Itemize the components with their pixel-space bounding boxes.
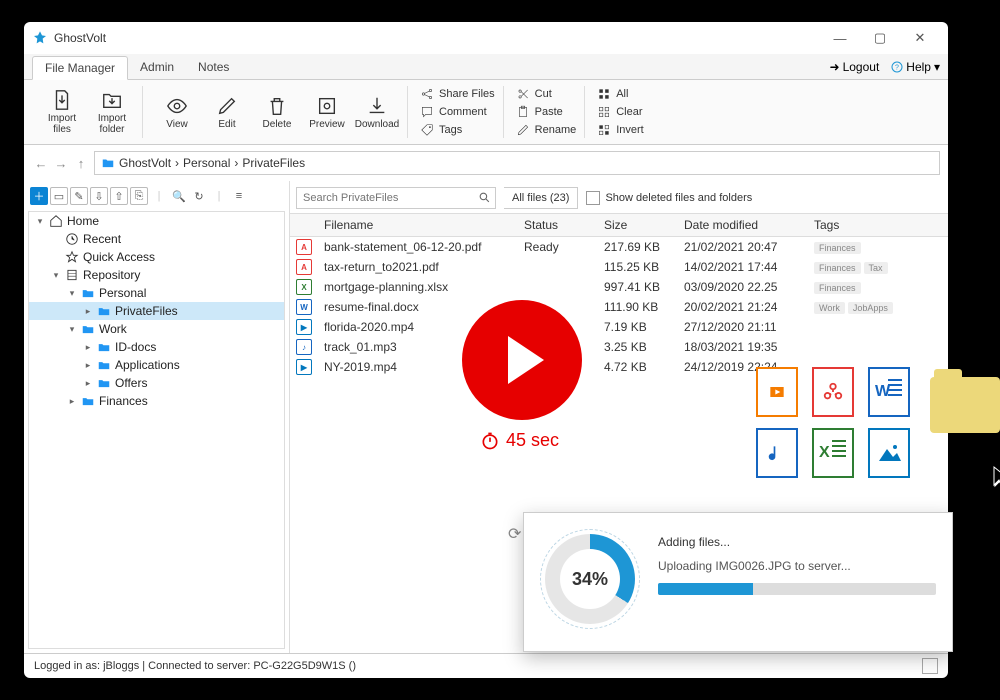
tree-item-privatefiles[interactable]: ▸PrivateFiles — [29, 302, 284, 320]
download-button[interactable]: Download — [355, 86, 399, 138]
play-button-overlay[interactable] — [462, 300, 582, 420]
thumb-video-icon — [756, 367, 798, 417]
breadcrumb[interactable]: GhostVolt › Personal › PrivateFiles — [94, 151, 940, 175]
import-files-button[interactable]: Import files — [40, 86, 84, 138]
rename-button[interactable]: Rename — [516, 122, 577, 138]
share-files-button[interactable]: Share Files — [420, 86, 495, 102]
search-input[interactable] — [296, 187, 496, 209]
sidebar: ＋ ▭ ✎ ⇩ ⇧ ⎘ | 🔍 ↻ | ≡ ▾HomeRecentQuick A… — [24, 181, 290, 653]
search-box — [296, 187, 496, 209]
thumb-excel-icon: X — [812, 428, 854, 478]
tree-item-applications[interactable]: ▸Applications — [29, 356, 284, 374]
status-icon[interactable] — [922, 658, 938, 674]
file-row[interactable]: Wresume-final.docx111.90 KB20/02/2021 21… — [290, 297, 948, 317]
col-status[interactable]: Status — [518, 214, 598, 236]
tree-item-recent[interactable]: Recent — [29, 230, 284, 248]
tree-item-repository[interactable]: ▾Repository — [29, 266, 284, 284]
nav-forward-button[interactable]: → — [52, 154, 70, 172]
sb-tool-4[interactable]: ⇩ — [90, 187, 108, 205]
upload-donut: 34% — [545, 534, 635, 624]
stopwatch-icon — [480, 431, 500, 451]
select-all-button[interactable]: All — [597, 86, 644, 102]
status-text: Logged in as: jBloggs | Connected to ser… — [34, 660, 356, 672]
file-thumbnails-row2: X — [756, 428, 910, 478]
sb-tool-6[interactable]: ⎘ — [130, 187, 148, 205]
sb-refresh-button[interactable]: ↻ — [190, 187, 208, 205]
tree-item-quick-access[interactable]: Quick Access — [29, 248, 284, 266]
sidebar-toolbar: ＋ ▭ ✎ ⇩ ⇧ ⎘ | 🔍 ↻ | ≡ — [28, 185, 285, 211]
cut-button[interactable]: Cut — [516, 86, 577, 102]
help-button[interactable]: ? Help ▾ — [891, 60, 940, 74]
col-filename[interactable]: Filename — [318, 214, 518, 236]
sb-menu-button[interactable]: ≡ — [230, 187, 248, 205]
col-size[interactable]: Size — [598, 214, 678, 236]
tree-item-id-docs[interactable]: ▸ID-docs — [29, 338, 284, 356]
file-row[interactable]: Atax-return_to2021.pdf115.25 KB14/02/202… — [290, 257, 948, 277]
tab-file-manager[interactable]: File Manager — [32, 56, 128, 80]
view-button[interactable]: View — [155, 86, 199, 138]
sb-tool-5[interactable]: ⇧ — [110, 187, 128, 205]
app-logo-icon — [32, 30, 48, 46]
grid-header: Filename Status Size Date modified Tags — [290, 214, 948, 237]
nav-up-button[interactable]: ↑ — [72, 154, 90, 172]
cursor-icon — [990, 465, 1000, 494]
folder-tree: ▾HomeRecentQuick Access▾Repository▾Perso… — [28, 211, 285, 649]
thumb-word-icon: W — [868, 367, 910, 417]
close-button[interactable]: ✕ — [900, 24, 940, 52]
sb-tool-2[interactable]: ▭ — [50, 187, 68, 205]
logout-button[interactable]: ➜ Logout — [830, 60, 880, 74]
sb-tool-3[interactable]: ✎ — [70, 187, 88, 205]
paste-button[interactable]: Paste — [516, 104, 577, 120]
import-folder-button[interactable]: Import folder — [90, 86, 134, 138]
tree-item-offers[interactable]: ▸Offers — [29, 374, 284, 392]
tab-admin[interactable]: Admin — [128, 56, 186, 78]
upload-status: Uploading IMG0026.JPG to server... — [658, 559, 936, 573]
col-tags[interactable]: Tags — [808, 214, 948, 236]
select-invert-button[interactable]: Invert — [597, 122, 644, 138]
panel-expand-icon[interactable]: ⟳ — [508, 524, 521, 544]
upload-progress-panel: 34% Adding files... Uploading IMG0026.JP… — [523, 512, 953, 652]
file-row[interactable]: Abank-statement_06-12-20.pdfReady217.69 … — [290, 237, 948, 257]
tree-item-work[interactable]: ▾Work — [29, 320, 284, 338]
comment-button[interactable]: Comment — [420, 104, 495, 120]
nav-back-button[interactable]: ← — [32, 154, 50, 172]
thumb-image-icon — [868, 428, 910, 478]
file-row[interactable]: Xmortgage-planning.xlsx997.41 KB03/09/20… — [290, 277, 948, 297]
col-date[interactable]: Date modified — [678, 214, 808, 236]
file-row[interactable]: ♪track_01.mp33.25 KB18/03/2021 19:35 — [290, 337, 948, 357]
minimize-button[interactable]: — — [820, 24, 860, 52]
delete-button[interactable]: Delete — [255, 86, 299, 138]
file-row[interactable]: ▶florida-2020.mp47.19 KB27/12/2020 21:11 — [290, 317, 948, 337]
upload-heading: Adding files... — [658, 535, 936, 549]
upload-progress-bar — [658, 583, 936, 595]
folder-drop-target[interactable] — [930, 367, 1000, 467]
titlebar: GhostVolt — ▢ ✕ — [24, 22, 948, 54]
file-thumbnails-row1: W — [756, 367, 910, 417]
filter-dropdown[interactable]: All files (23) — [504, 187, 578, 209]
tags-button[interactable]: Tags — [420, 122, 495, 138]
tree-item-personal[interactable]: ▾Personal — [29, 284, 284, 302]
sb-search-button[interactable]: 🔍 — [170, 187, 188, 205]
timer-badge: 45 sec — [480, 430, 559, 451]
folder-icon — [101, 156, 115, 170]
select-clear-button[interactable]: Clear — [597, 104, 644, 120]
navbar: ← → ↑ GhostVolt › Personal › PrivateFile… — [24, 145, 948, 181]
tree-item-finances[interactable]: ▸Finances — [29, 392, 284, 410]
show-deleted-checkbox[interactable]: Show deleted files and folders — [586, 191, 752, 205]
tree-item-home[interactable]: ▾Home — [29, 212, 284, 230]
search-icon — [478, 191, 491, 204]
status-bar: Logged in as: jBloggs | Connected to ser… — [24, 653, 948, 678]
new-folder-button[interactable]: ＋ — [30, 187, 48, 205]
preview-button[interactable]: Preview — [305, 86, 349, 138]
ribbon: Import files Import folder View Edit Del… — [24, 80, 948, 145]
app-title: GhostVolt — [54, 31, 106, 45]
ribbon-tabs: File Manager Admin Notes ➜ Logout ? Help… — [24, 54, 948, 80]
thumb-audio-icon — [756, 428, 798, 478]
svg-text:?: ? — [895, 64, 899, 71]
tab-notes[interactable]: Notes — [186, 56, 241, 78]
edit-button[interactable]: Edit — [205, 86, 249, 138]
thumb-pdf-icon — [812, 367, 854, 417]
maximize-button[interactable]: ▢ — [860, 24, 900, 52]
